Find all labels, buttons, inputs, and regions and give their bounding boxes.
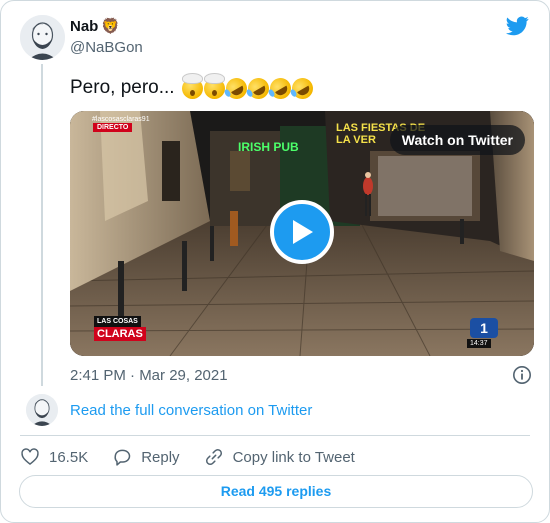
svg-text:LA VER: LA VER <box>336 134 376 146</box>
link-icon <box>205 448 222 466</box>
author-name-row[interactable]: Nab 🦁 <box>70 18 120 35</box>
video-thumbnail[interactable]: IRISH PUB LAS FIESTAS DE LA VER #lascosa… <box>70 111 534 356</box>
avatar[interactable] <box>20 15 65 60</box>
rolling-laughing-emoji <box>221 73 251 103</box>
user-handle[interactable]: @NaBGon <box>70 39 143 56</box>
lion-emoji: 🦁 <box>101 17 121 35</box>
channel-logo: 1 <box>470 318 498 338</box>
rolling-laughing-emoji <box>265 73 295 103</box>
rolling-laughing-emoji <box>243 73 273 103</box>
thread-line <box>41 64 43 386</box>
reply-bubble-icon <box>114 449 131 466</box>
tweet-card: Nab 🦁 @NaBGon Pero, pero... IRISH PUB LA… <box>0 0 550 523</box>
small-avatar[interactable] <box>26 394 58 426</box>
twitter-bird-icon[interactable] <box>506 16 529 36</box>
tweet-body: Pero, pero... <box>70 77 175 98</box>
show-logo-line2: CLARAS <box>94 327 146 341</box>
action-bar: 16.5K Reply Copy link to Tweet <box>20 446 379 468</box>
read-replies-button[interactable]: Read 495 replies <box>19 475 533 508</box>
play-icon <box>293 220 313 244</box>
exploding-head-emoji <box>181 73 203 99</box>
heart-icon <box>21 448 39 466</box>
live-badge: DIRECTO <box>93 123 133 132</box>
reply-label: Reply <box>141 448 180 466</box>
play-button[interactable] <box>270 200 334 264</box>
like-button[interactable]: 16.5K <box>20 447 88 467</box>
channel-clock: 14:37 <box>467 339 491 348</box>
pub-sign: IRISH PUB <box>238 140 299 154</box>
tweet-timestamp[interactable]: 2:41 PM · Mar 29, 2021 <box>70 367 228 384</box>
tweet-text: Pero, pero... <box>70 73 317 103</box>
exploding-head-emoji <box>203 73 225 99</box>
display-name[interactable]: Nab <box>70 18 98 35</box>
hashtag-overlay: #lascosasclaras91 <box>92 116 150 123</box>
show-logo-line1: LAS COSAS <box>94 316 141 327</box>
read-conversation-link[interactable]: Read the full conversation on Twitter <box>70 402 312 419</box>
like-count: 16.5K <box>49 448 89 466</box>
rolling-laughing-emoji <box>287 73 317 103</box>
copy-link-button[interactable]: Copy link to Tweet <box>204 447 355 467</box>
reply-button[interactable]: Reply <box>112 447 180 467</box>
tweet-emojis <box>181 73 317 103</box>
watch-on-twitter-button[interactable]: Watch on Twitter <box>389 125 525 155</box>
info-icon[interactable] <box>512 365 532 385</box>
divider <box>20 435 530 436</box>
copy-link-label: Copy link to Tweet <box>232 448 355 466</box>
show-logo: LAS COSAS CLARAS <box>94 316 146 341</box>
